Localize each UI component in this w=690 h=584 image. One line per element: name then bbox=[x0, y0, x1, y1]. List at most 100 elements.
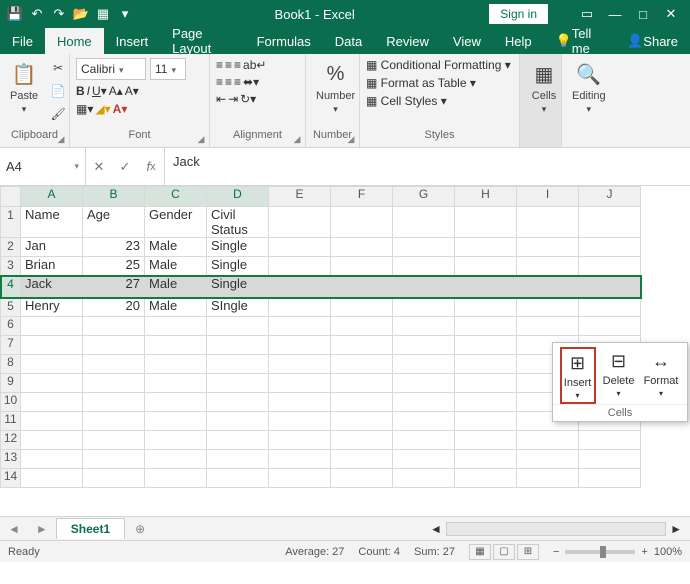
view-normal-button[interactable]: ▦ bbox=[469, 544, 491, 560]
cell[interactable] bbox=[517, 469, 579, 488]
row-header[interactable]: 9 bbox=[1, 374, 21, 393]
row-header[interactable]: 14 bbox=[1, 469, 21, 488]
cell[interactable] bbox=[83, 374, 145, 393]
cell[interactable] bbox=[207, 450, 269, 469]
cell[interactable] bbox=[145, 317, 207, 336]
cell[interactable] bbox=[455, 276, 517, 298]
alignment-launcher-icon[interactable]: ◢ bbox=[291, 133, 303, 145]
cell[interactable] bbox=[517, 450, 579, 469]
cell[interactable]: Male bbox=[145, 238, 207, 257]
row-header[interactable]: 10 bbox=[1, 393, 21, 412]
cell[interactable] bbox=[83, 450, 145, 469]
cell[interactable] bbox=[579, 298, 641, 317]
cell[interactable] bbox=[331, 355, 393, 374]
italic-button[interactable]: I bbox=[87, 84, 90, 98]
cell[interactable] bbox=[331, 257, 393, 276]
cell[interactable] bbox=[145, 393, 207, 412]
cell[interactable] bbox=[579, 317, 641, 336]
cell[interactable] bbox=[269, 393, 331, 412]
col-header[interactable]: H bbox=[455, 187, 517, 207]
cell[interactable] bbox=[393, 374, 455, 393]
cell[interactable] bbox=[207, 469, 269, 488]
cell[interactable] bbox=[455, 257, 517, 276]
cell[interactable] bbox=[331, 238, 393, 257]
cell[interactable] bbox=[83, 336, 145, 355]
cell[interactable] bbox=[517, 238, 579, 257]
cell[interactable] bbox=[393, 257, 455, 276]
zoom-slider[interactable] bbox=[565, 550, 635, 554]
cell[interactable] bbox=[269, 207, 331, 238]
cell[interactable] bbox=[393, 317, 455, 336]
cell[interactable] bbox=[331, 336, 393, 355]
col-header[interactable]: C bbox=[145, 187, 207, 207]
cell[interactable] bbox=[21, 374, 83, 393]
cell[interactable] bbox=[269, 336, 331, 355]
worksheet-area[interactable]: ABCDEFGHIJ1NameAgeGenderCivil Status2Jan… bbox=[0, 186, 690, 516]
cell[interactable] bbox=[393, 298, 455, 317]
cell[interactable] bbox=[455, 374, 517, 393]
indent-dec-button[interactable]: ⇤ bbox=[216, 92, 226, 106]
cell[interactable]: Single bbox=[207, 257, 269, 276]
cell[interactable] bbox=[331, 412, 393, 431]
cell[interactable]: Male bbox=[145, 298, 207, 317]
cell[interactable] bbox=[145, 355, 207, 374]
row-header[interactable]: 2 bbox=[1, 238, 21, 257]
zoom-out-icon[interactable]: − bbox=[553, 546, 559, 558]
cell[interactable] bbox=[455, 469, 517, 488]
cell[interactable] bbox=[393, 469, 455, 488]
cell[interactable]: 27 bbox=[83, 276, 145, 298]
tab-home[interactable]: Home bbox=[45, 28, 104, 54]
cell[interactable] bbox=[207, 336, 269, 355]
cell[interactable] bbox=[207, 355, 269, 374]
cell[interactable] bbox=[21, 336, 83, 355]
editing-button[interactable]: 🔍 Editing ▾ bbox=[568, 58, 610, 117]
row-header[interactable]: 5 bbox=[1, 298, 21, 317]
cell[interactable] bbox=[579, 469, 641, 488]
view-page-break-button[interactable]: ⊞ bbox=[517, 544, 539, 560]
cell[interactable] bbox=[145, 412, 207, 431]
tab-view[interactable]: View bbox=[441, 28, 493, 54]
cell[interactable] bbox=[269, 276, 331, 298]
cell[interactable] bbox=[207, 317, 269, 336]
close-icon[interactable]: ✕ bbox=[662, 5, 680, 23]
cell[interactable]: Male bbox=[145, 257, 207, 276]
cell[interactable]: 25 bbox=[83, 257, 145, 276]
cell[interactable] bbox=[393, 276, 455, 298]
cell[interactable] bbox=[269, 238, 331, 257]
tab-review[interactable]: Review bbox=[374, 28, 441, 54]
row-header[interactable]: 4 bbox=[1, 276, 21, 298]
row-header[interactable]: 1 bbox=[1, 207, 21, 238]
align-middle-button[interactable]: ≡ bbox=[225, 58, 232, 72]
font-launcher-icon[interactable]: ◢ bbox=[195, 133, 207, 145]
paste-button[interactable]: 📋 Paste ▾ bbox=[6, 58, 42, 117]
underline-button[interactable]: U▾ bbox=[92, 84, 107, 98]
cancel-formula-icon[interactable]: ✕ bbox=[86, 159, 112, 175]
row-header[interactable]: 12 bbox=[1, 431, 21, 450]
row-header[interactable]: 8 bbox=[1, 355, 21, 374]
enter-formula-icon[interactable]: ✓ bbox=[112, 159, 138, 175]
select-all-button[interactable] bbox=[1, 187, 21, 207]
increase-font-button[interactable]: A▴ bbox=[109, 84, 123, 98]
tab-file[interactable]: File bbox=[0, 28, 45, 54]
cell[interactable] bbox=[393, 207, 455, 238]
border-button[interactable]: ▦▾ bbox=[76, 102, 93, 116]
tab-help[interactable]: Help bbox=[493, 28, 544, 54]
cell[interactable] bbox=[393, 450, 455, 469]
tab-insert[interactable]: Insert bbox=[104, 28, 161, 54]
cell[interactable] bbox=[393, 238, 455, 257]
cell[interactable]: Single bbox=[207, 276, 269, 298]
cell[interactable] bbox=[269, 355, 331, 374]
number-format-button[interactable]: % Number ▾ bbox=[312, 58, 359, 117]
cell[interactable] bbox=[269, 431, 331, 450]
share-button[interactable]: Share bbox=[615, 28, 690, 54]
cell[interactable] bbox=[269, 317, 331, 336]
cell[interactable] bbox=[21, 393, 83, 412]
cell[interactable] bbox=[21, 469, 83, 488]
hscroll-track[interactable] bbox=[446, 522, 666, 536]
ribbon-options-icon[interactable]: ▭ bbox=[578, 5, 596, 23]
cell[interactable]: Jan bbox=[21, 238, 83, 257]
formula-input[interactable]: Jack bbox=[165, 148, 690, 185]
tab-page-layout[interactable]: Page Layout bbox=[160, 28, 244, 54]
tab-tell-me[interactable]: Tell me bbox=[544, 28, 616, 54]
merge-button[interactable]: ⬌▾ bbox=[243, 75, 259, 89]
